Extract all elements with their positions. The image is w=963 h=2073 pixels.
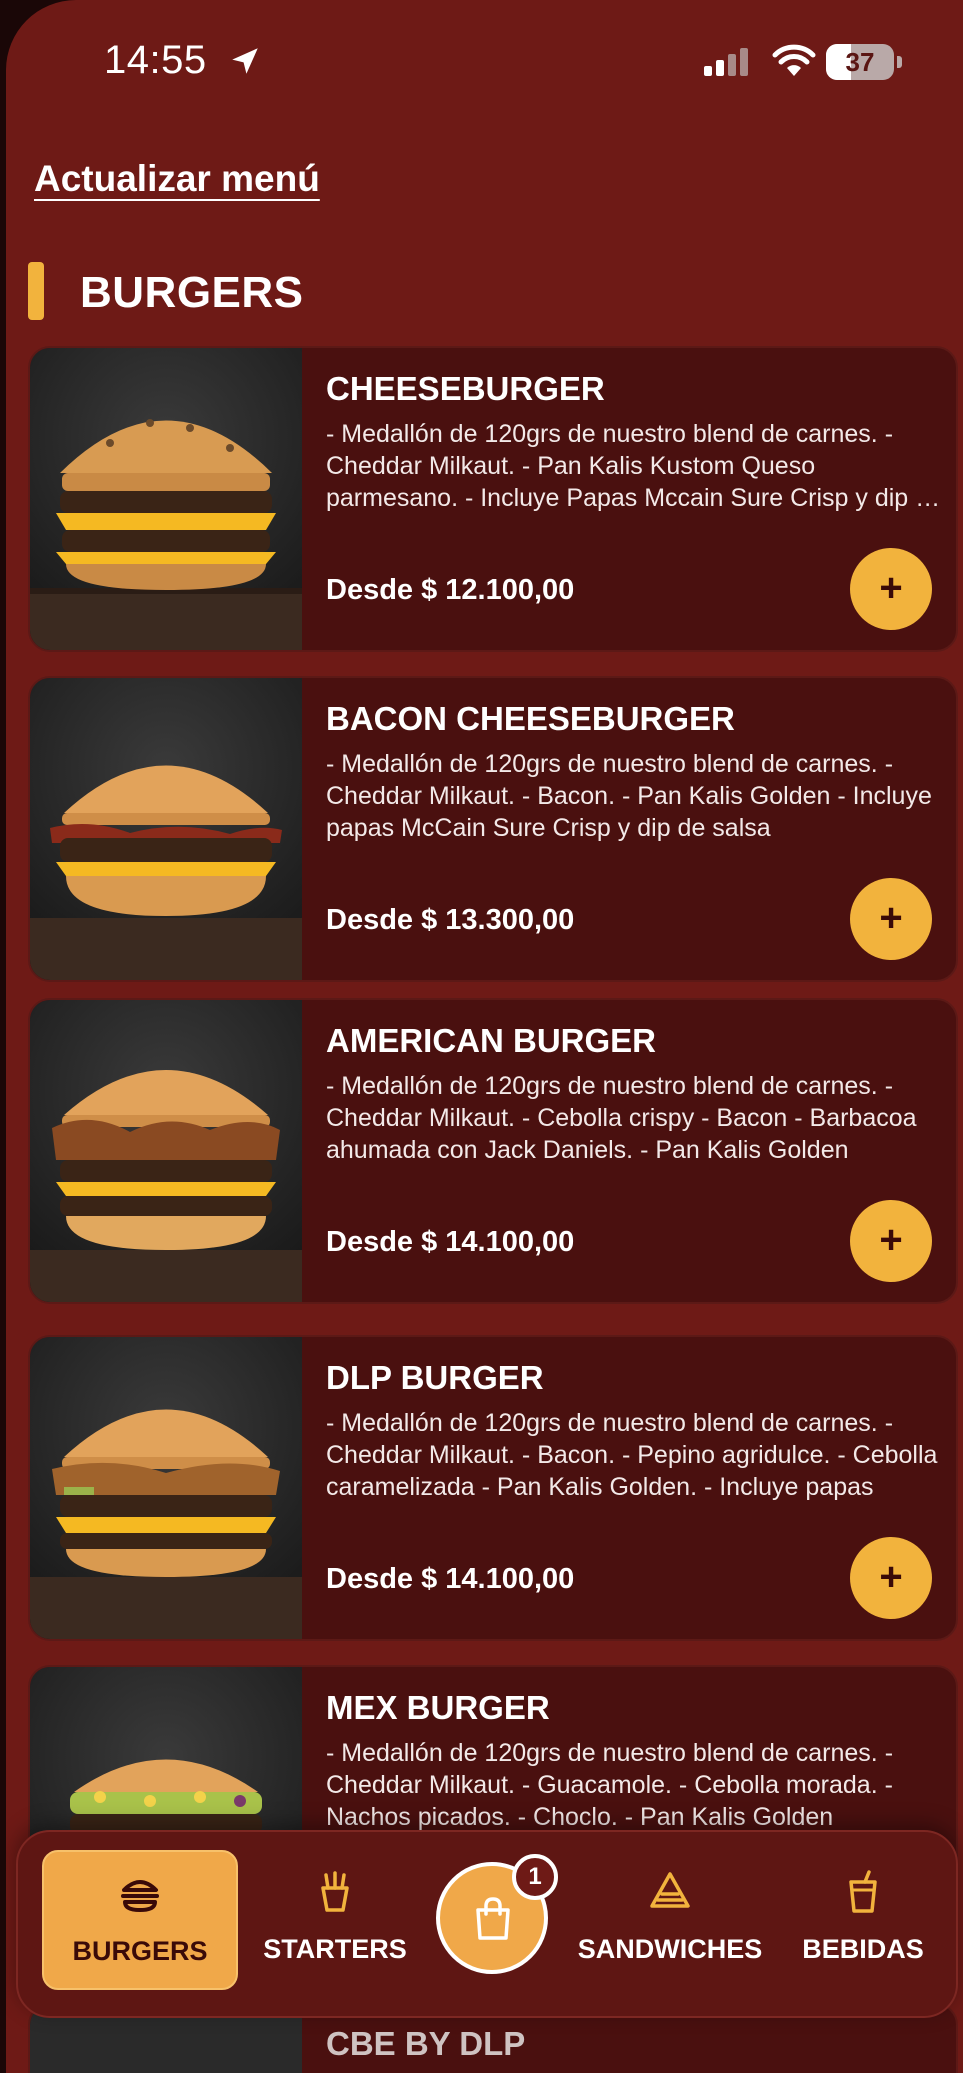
nav-label: BURGERS xyxy=(72,1936,208,1966)
item-name: CHEESEBURGER xyxy=(326,370,605,407)
burger-photo-icon xyxy=(30,765,302,980)
status-bar: 14:55 37 xyxy=(6,0,963,120)
refresh-menu-link[interactable]: Actualizar menú xyxy=(34,158,320,200)
nav-label: SANDWICHES xyxy=(577,1934,763,1964)
item-price: Desde $ 12.100,00 xyxy=(326,574,575,606)
burger-photo-icon xyxy=(30,1409,302,1639)
app-screen: 14:55 37 Actualizar menú BURGERS CHEESEB… xyxy=(6,0,963,2073)
add-to-cart-button[interactable]: + xyxy=(850,1200,932,1282)
nav-label: BEBIDAS xyxy=(802,1934,924,1964)
item-price: Desde $ 14.100,00 xyxy=(326,1226,575,1258)
menu-item-card[interactable]: DLP BURGER - Medallón de 120grs de nuest… xyxy=(28,1335,958,1641)
nav-item-starters[interactable]: STARTERS xyxy=(240,1850,430,1990)
status-time: 14:55 xyxy=(104,38,207,82)
item-name: CBE BY DLP xyxy=(326,2025,526,2062)
item-description: - Medallón de 120grs de nuestro blend de… xyxy=(326,1409,938,1501)
product-image xyxy=(30,348,302,650)
item-description: - Medallón de 120grs de nuestro blend de… xyxy=(326,750,932,842)
burger-photo-icon xyxy=(30,1070,302,1302)
product-image xyxy=(30,678,302,980)
nav-item-burgers[interactable]: BURGERS xyxy=(42,1850,238,1990)
item-name: BACON CHEESEBURGER xyxy=(326,700,735,737)
menu-item-card[interactable]: BACON CHEESEBURGER - Medallón de 120grs … xyxy=(28,676,958,982)
section-accent-bar xyxy=(28,262,44,320)
menu-item-card[interactable]: CHEESEBURGER - Medallón de 120grs de nue… xyxy=(28,346,958,652)
product-image xyxy=(30,1337,302,1639)
item-name: AMERICAN BURGER xyxy=(326,1022,656,1059)
nav-item-bebidas[interactable]: BEBIDAS xyxy=(778,1850,948,1990)
menu-item-card[interactable]: AMERICAN BURGER - Medallón de 120grs de … xyxy=(28,998,958,1304)
item-price: Desde $ 13.300,00 xyxy=(326,904,575,936)
add-to-cart-button[interactable]: + xyxy=(850,878,932,960)
item-price: Desde $ 14.100,00 xyxy=(326,1563,575,1595)
item-name: MEX BURGER xyxy=(326,1689,550,1726)
item-description: - Medallón de 120grs de nuestro blend de… xyxy=(326,420,943,512)
sandwich-icon xyxy=(650,1872,690,1908)
bottom-nav: BURGERS STARTERS 1 SANDWICHES BEBIDAS xyxy=(16,1830,958,2018)
item-description: - Medallón de 120grs de nuestro blend de… xyxy=(326,1072,917,1164)
fries-icon xyxy=(321,1871,349,1912)
burger-icon xyxy=(121,1880,159,1912)
item-description: - Medallón de 120grs de nuestro blend de… xyxy=(326,1739,894,1831)
signal-icon xyxy=(704,48,748,76)
battery-level: 37 xyxy=(845,47,875,77)
product-image xyxy=(30,1000,302,1302)
section-title: BURGERS xyxy=(80,268,304,317)
battery-icon: 37 xyxy=(826,44,902,80)
nav-label: STARTERS xyxy=(263,1934,407,1964)
burger-photo-icon xyxy=(30,419,302,650)
nav-item-sandwiches[interactable]: SANDWICHES xyxy=(562,1850,778,1990)
item-name: DLP BURGER xyxy=(326,1359,544,1396)
wifi-icon xyxy=(772,44,816,76)
drink-icon xyxy=(849,1870,877,1913)
cart-count-badge: 1 xyxy=(512,1854,558,1900)
add-to-cart-button[interactable]: + xyxy=(850,1537,932,1619)
location-arrow-icon xyxy=(232,48,258,74)
shopping-bag-icon xyxy=(476,1897,510,1940)
add-to-cart-button[interactable]: + xyxy=(850,548,932,630)
